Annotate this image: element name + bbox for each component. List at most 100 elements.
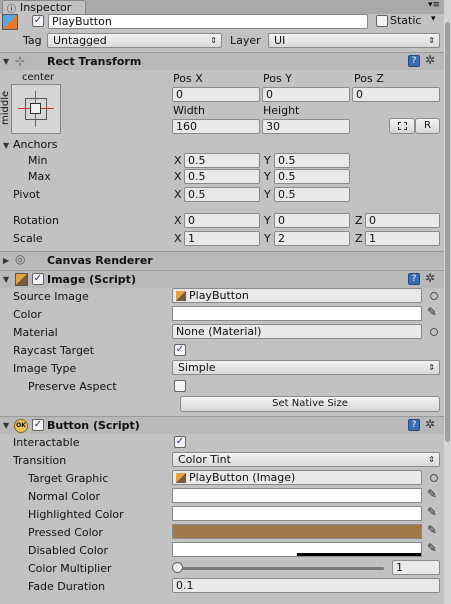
set-native-size-button[interactable]: Set Native Size xyxy=(180,396,440,412)
disabled-color-swatch[interactable] xyxy=(172,542,422,557)
eyedropper-icon[interactable]: ✎ xyxy=(427,505,437,519)
max-x-field[interactable]: 0.5 xyxy=(184,169,260,184)
static-label: Static xyxy=(390,14,422,27)
object-picker-icon[interactable] xyxy=(430,328,438,336)
multiplier-slider-thumb[interactable] xyxy=(172,562,183,573)
blueprint-mode-button[interactable] xyxy=(389,118,415,134)
image-thumb-icon xyxy=(176,473,186,483)
max-y-axis: Y xyxy=(264,170,271,183)
source-image-field[interactable]: PlayButton xyxy=(172,288,422,303)
updown-arrow-icon: ⇕ xyxy=(210,36,217,45)
image-enabled-checkbox[interactable]: ✓ xyxy=(32,273,44,285)
rot-z-field[interactable]: 0 xyxy=(365,213,440,228)
scrollbar-thumb[interactable] xyxy=(445,22,450,442)
image-type-dropdown[interactable]: Simple ⇕ xyxy=(172,360,440,375)
layer-dropdown[interactable]: UI ⇕ xyxy=(268,33,440,48)
set-native-size-label: Set Native Size xyxy=(272,398,348,409)
fold-arrow-icon[interactable]: ▼ xyxy=(3,275,9,284)
min-x-field[interactable]: 0.5 xyxy=(184,153,260,168)
rect-transform-title: Rect Transform xyxy=(47,55,142,68)
image-script-title: Image (Script) xyxy=(47,273,136,286)
pivot-y-field[interactable]: 0.5 xyxy=(274,187,350,202)
active-checkbox[interactable]: ✓ xyxy=(32,15,44,27)
anchors-fold-icon[interactable]: ▼ xyxy=(3,141,9,150)
raycast-target-label: Raycast Target xyxy=(13,344,95,357)
name-field[interactable]: PlayButton xyxy=(48,14,368,29)
help-book-icon[interactable]: ? xyxy=(408,55,420,67)
scale-label: Scale xyxy=(13,232,43,245)
width-field[interactable]: 160 xyxy=(172,119,260,134)
gear-icon[interactable]: ✲ xyxy=(425,417,435,431)
min-y-field[interactable]: 0.5 xyxy=(274,153,350,168)
button-script-title: Button (Script) xyxy=(47,419,140,432)
eyedropper-icon[interactable]: ✎ xyxy=(427,487,437,501)
pivot-x-field[interactable]: 0.5 xyxy=(184,187,260,202)
color-swatch[interactable] xyxy=(172,306,422,321)
scale-x-field[interactable]: 1 xyxy=(184,231,260,246)
static-checkbox[interactable] xyxy=(376,15,388,27)
fade-duration-field[interactable]: 0.1 xyxy=(172,578,440,593)
rot-x-field[interactable]: 0 xyxy=(184,213,260,228)
posx-field[interactable]: 0 xyxy=(172,87,260,102)
anchor-center xyxy=(30,103,41,114)
pivot-x-axis: X xyxy=(174,188,182,201)
normal-color-swatch[interactable] xyxy=(172,488,422,503)
max-y-field[interactable]: 0.5 xyxy=(274,169,350,184)
raw-edit-button[interactable]: R xyxy=(415,118,440,134)
fold-arrow-icon[interactable]: ▼ xyxy=(3,57,9,66)
rot-y-field[interactable]: 0 xyxy=(274,213,350,228)
height-label: Height xyxy=(263,104,300,117)
interactable-checkbox[interactable]: ✓ xyxy=(174,436,186,448)
image-script-header[interactable]: ▼ ✓ Image (Script) ? ✲ xyxy=(0,270,444,288)
help-book-icon[interactable]: ? xyxy=(408,273,420,285)
height-field[interactable]: 30 xyxy=(262,119,350,134)
color-multiplier-label: Color Multiplier xyxy=(28,562,112,575)
fold-arrow-icon[interactable]: ▶ xyxy=(3,256,9,265)
blueprint-icon xyxy=(397,122,407,130)
tab-menu-icon[interactable]: ▾≡ xyxy=(428,0,440,10)
multiplier-slider-track[interactable] xyxy=(176,567,384,570)
gear-icon[interactable]: ✲ xyxy=(425,53,435,67)
pivot-label: Pivot xyxy=(13,188,41,201)
image-type-label: Image Type xyxy=(13,362,77,375)
posy-field[interactable]: 0 xyxy=(262,87,350,102)
preserve-aspect-checkbox[interactable] xyxy=(174,380,186,392)
eyedropper-icon[interactable]: ✎ xyxy=(427,541,437,555)
button-enabled-checkbox[interactable]: ✓ xyxy=(32,419,44,431)
transition-dropdown[interactable]: Color Tint ⇕ xyxy=(172,452,440,467)
button-script-header[interactable]: ▼ OK ✓ Button (Script) ? ✲ xyxy=(0,416,444,434)
scale-y-field[interactable]: 2 xyxy=(274,231,350,246)
tag-dropdown[interactable]: Untagged ⇕ xyxy=(47,33,222,48)
updown-arrow-icon: ⇕ xyxy=(428,36,435,45)
tab-inspector[interactable]: ⓘ Inspector xyxy=(2,0,86,15)
multiplier-field[interactable]: 1 xyxy=(392,560,440,575)
target-graphic-field[interactable]: PlayButton (Image) xyxy=(172,470,422,485)
eyedropper-icon[interactable]: ✎ xyxy=(427,523,437,537)
object-picker-icon[interactable] xyxy=(430,474,438,482)
min-label: Min xyxy=(28,154,48,167)
anchor-presets-button[interactable] xyxy=(11,84,61,134)
scale-z-field[interactable]: 1 xyxy=(365,231,440,246)
min-y-axis: Y xyxy=(264,154,271,167)
material-field[interactable]: None (Material) xyxy=(172,324,422,339)
object-picker-icon[interactable] xyxy=(430,292,438,300)
eyedropper-icon[interactable]: ✎ xyxy=(427,305,437,319)
pressed-color-label: Pressed Color xyxy=(28,526,103,539)
tag-label: Tag xyxy=(23,34,42,47)
canvas-renderer-header[interactable]: ▶ ◎ Canvas Renderer xyxy=(0,251,444,269)
static-dropdown-icon[interactable]: ▾ xyxy=(431,14,436,24)
posz-field[interactable]: 0 xyxy=(352,87,440,102)
highlighted-color-swatch[interactable] xyxy=(172,506,422,521)
gear-icon[interactable]: ✲ xyxy=(425,271,435,285)
fold-arrow-icon[interactable]: ▼ xyxy=(3,421,9,430)
pressed-color-swatch[interactable] xyxy=(172,524,422,539)
help-book-icon[interactable]: ? xyxy=(408,419,420,431)
posx-label: Pos X xyxy=(173,72,203,85)
raycast-target-checkbox[interactable]: ✓ xyxy=(174,344,186,356)
color-label: Color xyxy=(13,308,42,321)
rot-z-axis: Z xyxy=(355,214,363,227)
max-x-axis: X xyxy=(174,170,182,183)
scale-y-axis: Y xyxy=(264,232,271,245)
rect-transform-header[interactable]: ▼ ⊹ Rect Transform ? ✲ xyxy=(0,52,444,70)
sprite-thumb-icon xyxy=(176,291,186,301)
